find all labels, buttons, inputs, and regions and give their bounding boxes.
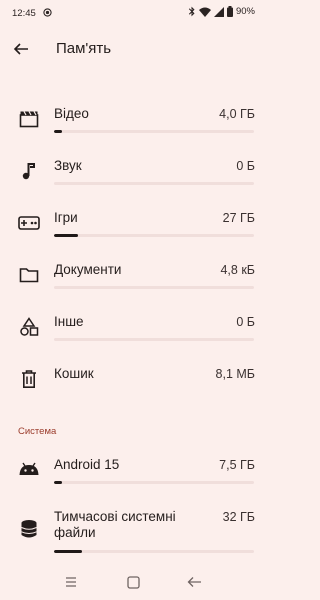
storage-item-documents[interactable]: Документи 4,8 кБ <box>0 252 267 304</box>
navigation-bar <box>0 564 267 600</box>
storage-item-label: Ігри <box>54 210 78 225</box>
storage-bar <box>54 130 254 133</box>
signal-icon <box>213 6 224 17</box>
storage-item-images[interactable] <box>0 68 267 84</box>
shapes-icon <box>18 316 40 338</box>
storage-list: Відео 4,0 ГБ Звук 0 Б Ігри 27 ГБ Докумен… <box>0 68 267 564</box>
storage-item-size: 7,5 ГБ <box>219 458 255 472</box>
system-back-button[interactable] <box>185 573 203 591</box>
storage-item-size: 27 ГБ <box>222 211 255 225</box>
storage-bar <box>54 481 254 484</box>
database-icon <box>18 518 40 540</box>
storage-item-label: Android 15 <box>54 457 120 472</box>
back-button[interactable] <box>10 38 32 60</box>
storage-bar <box>54 234 254 237</box>
storage-item-label: Тимчасові системні файли <box>54 509 176 540</box>
video-clapper-icon <box>18 108 40 130</box>
home-icon <box>126 575 140 589</box>
storage-bar-fill <box>54 130 62 133</box>
storage-bar-fill <box>54 234 78 237</box>
storage-item-size: 32 ГБ <box>222 510 255 524</box>
storage-bar-fill <box>54 550 82 553</box>
storage-bar <box>54 550 254 553</box>
arrow-back-icon <box>13 43 28 55</box>
storage-item-other[interactable]: Інше 0 Б <box>0 304 267 356</box>
status-bar: 12:45 90% <box>0 0 267 28</box>
storage-item-label: Документи <box>54 262 122 277</box>
storage-item-size: 4,8 кБ <box>220 263 255 277</box>
recents-button[interactable] <box>62 573 80 591</box>
page-title: Пам'ять <box>56 40 112 57</box>
folder-icon <box>18 264 40 286</box>
storage-bar <box>54 338 254 341</box>
gamepad-icon <box>18 212 40 234</box>
screen-record-icon <box>43 8 52 20</box>
status-time: 12:45 <box>12 8 36 19</box>
storage-item-label: Інше <box>54 314 84 329</box>
storage-bar-fill <box>54 481 62 484</box>
section-header-system: Система <box>18 426 57 437</box>
music-note-icon <box>18 160 40 182</box>
storage-item-games[interactable]: Ігри 27 ГБ <box>0 200 267 252</box>
storage-item-size: 4,0 ГБ <box>219 107 255 121</box>
arrow-back-icon <box>187 577 201 587</box>
recents-icon <box>66 577 76 587</box>
storage-item-size: 0 Б <box>236 315 255 329</box>
bluetooth-icon <box>188 6 196 17</box>
storage-item-label: Кошик <box>54 366 94 381</box>
storage-item-size: 8,1 МБ <box>215 367 255 381</box>
android-icon <box>18 458 40 480</box>
trash-icon <box>18 368 40 390</box>
storage-bar <box>54 286 254 289</box>
storage-item-android[interactable]: Android 15 7,5 ГБ <box>0 448 267 500</box>
storage-item-video[interactable]: Відео 4,0 ГБ <box>0 96 267 148</box>
battery-percent: 90% <box>235 6 255 17</box>
app-bar: Пам'ять <box>0 30 267 68</box>
home-button[interactable] <box>124 573 142 591</box>
wifi-icon <box>198 7 211 17</box>
storage-item-label: Відео <box>54 106 89 121</box>
storage-item-size: 0 Б <box>236 159 255 173</box>
storage-item-label: Звук <box>54 158 82 173</box>
battery-icon <box>226 6 233 17</box>
storage-item-trash[interactable]: Кошик 8,1 МБ <box>0 356 267 408</box>
storage-bar <box>54 182 254 185</box>
storage-item-audio[interactable]: Звук 0 Б <box>0 148 267 200</box>
storage-item-temp-files[interactable]: Тимчасові системні файли 32 ГБ <box>0 500 267 564</box>
